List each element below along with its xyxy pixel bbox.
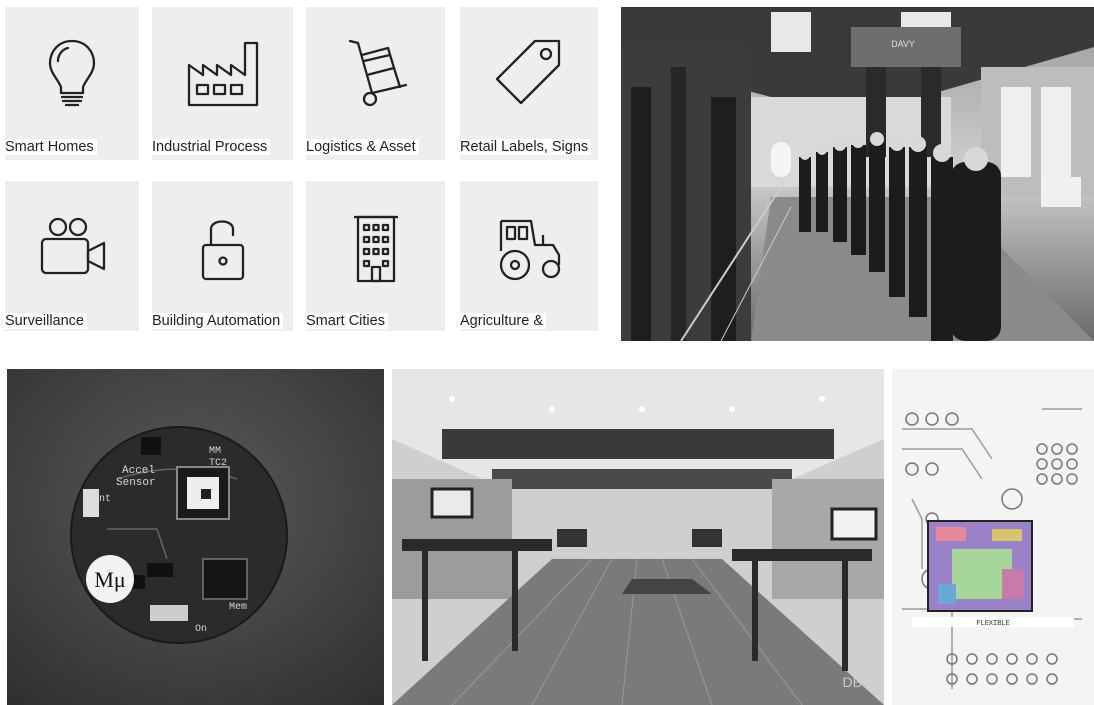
building-icon (353, 215, 398, 283)
tile-smart-cities[interactable]: Smart Cities (306, 181, 445, 331)
open-office-photo: DB (392, 369, 884, 705)
tile-smart-homes[interactable]: Smart Homes (5, 7, 139, 160)
sensor-board-photo: Mμ MM TC2 Accel Sensor Ant Mem On (7, 369, 384, 705)
mu-logo-text: Mμ (94, 567, 125, 592)
video-camera-icon (40, 217, 106, 275)
silkscreen-tc2: TC2 (209, 458, 227, 469)
tile-building-automation[interactable]: Building Automation (152, 181, 293, 331)
tile-retail-labels[interactable]: Retail Labels, Signs & Scanners (460, 7, 598, 160)
silkscreen-sensor: Sensor (116, 477, 156, 489)
silkscreen-on: On (195, 624, 207, 635)
press-sign-text: DAVY (891, 39, 915, 49)
tile-label: Smart Cities (306, 310, 445, 331)
tile-surveillance-systems[interactable]: Surveillance Systems (5, 181, 139, 331)
light-bulb-icon (48, 39, 96, 107)
tile-label: Logistics & Asset Management (306, 136, 445, 160)
tile-logistics-asset-management[interactable]: Logistics & Asset Management (306, 7, 445, 160)
tile-label: Agriculture & Environmental (460, 310, 598, 331)
tile-label: Surveillance Systems (5, 310, 139, 331)
watermark-text: DB (843, 674, 862, 690)
factory-icon (187, 41, 258, 107)
chip-label-text: FLEXIBLE (976, 620, 1010, 628)
silkscreen-mm: MM (209, 446, 221, 457)
silkscreen-accel: Accel (122, 465, 155, 477)
team-in-factory-photo: DAVY (621, 7, 1094, 341)
tractor-icon (499, 219, 561, 281)
tile-label: Building Automation (152, 310, 293, 331)
tile-agriculture-environmental[interactable]: Agriculture & Environmental (460, 181, 598, 331)
tile-industrial-process-control[interactable]: Industrial Process Control (152, 7, 293, 160)
price-tag-icon (495, 39, 561, 105)
tile-label: Smart Homes (5, 136, 139, 159)
hand-truck-icon (348, 39, 407, 107)
chip-layout-photo: FLEXIBLE (892, 369, 1094, 705)
silkscreen-mem: Mem (229, 602, 247, 613)
tile-label: Industrial Process Control (152, 136, 293, 160)
silkscreen-ant: Ant (93, 494, 111, 505)
tile-label: Retail Labels, Signs & Scanners (460, 136, 598, 160)
open-padlock-icon (201, 220, 244, 281)
